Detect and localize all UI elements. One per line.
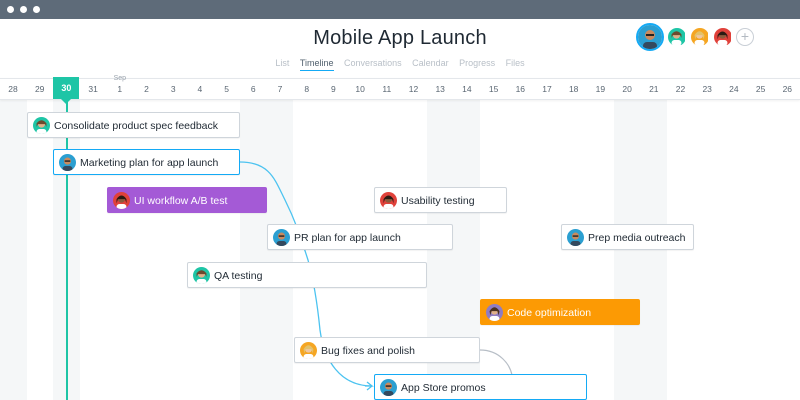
avatar xyxy=(33,117,50,134)
task-bar[interactable]: UI workflow A/B test xyxy=(107,187,267,213)
ruler-day: 8 xyxy=(304,84,310,94)
ruler-day: 16 xyxy=(515,84,526,94)
avatar xyxy=(273,229,290,246)
task-label: Marketing plan for app launch xyxy=(80,157,219,169)
weekend-band xyxy=(614,100,667,400)
ruler-day: 28 xyxy=(8,84,18,94)
task-bar[interactable]: PR plan for app launch xyxy=(267,224,453,250)
ruler-day: 23 xyxy=(702,84,712,94)
task-label: Usability testing xyxy=(401,195,475,207)
ruler-day: 21 xyxy=(649,84,659,94)
ruler-day: 4 xyxy=(197,84,203,94)
plus-icon: + xyxy=(740,28,750,44)
task-bar[interactable]: Code optimization xyxy=(480,299,640,325)
today-marker: 30 xyxy=(53,77,80,104)
avatar xyxy=(59,154,76,171)
ruler-day: 25 xyxy=(755,84,766,94)
avatar xyxy=(193,267,210,284)
project-header: Mobile App Launch List Timeline Conversa… xyxy=(0,19,800,73)
tab-list[interactable]: List xyxy=(275,58,289,70)
ruler-day: 2 xyxy=(144,84,149,94)
ruler-day: 31 xyxy=(88,84,98,94)
ruler-day: 12 xyxy=(408,84,419,94)
ruler-day: 22 xyxy=(675,84,686,94)
avatar[interactable] xyxy=(667,27,687,47)
ruler-day: 29 xyxy=(34,84,45,94)
ruler-day: 11 xyxy=(382,84,392,94)
app-window: Mobile App Launch List Timeline Conversa… xyxy=(0,0,800,400)
date-ruler: 28 29 30 31 1 Sep 2 3 4 5 6 7 8 9 10 11 12 13 14 15 16 17 18 19… xyxy=(0,75,800,104)
avatar[interactable] xyxy=(690,27,710,47)
window-minimize-dot[interactable] xyxy=(20,6,27,13)
ruler-day: 15 xyxy=(488,84,499,94)
add-member-button[interactable]: + xyxy=(736,28,754,46)
avatar xyxy=(300,342,317,359)
ruler-day: 17 xyxy=(542,84,552,94)
window-close-dot[interactable] xyxy=(7,6,14,13)
ruler-day: 19 xyxy=(595,84,606,94)
ruler-day: 20 xyxy=(622,84,632,94)
avatar xyxy=(567,229,584,246)
task-label: App Store promos xyxy=(401,382,486,394)
avatar xyxy=(380,379,397,396)
project-members: + xyxy=(636,23,786,53)
ruler-day: 5 xyxy=(224,84,229,94)
avatar xyxy=(113,192,130,209)
ruler-day: 24 xyxy=(729,84,739,94)
today-marker-line xyxy=(66,100,68,400)
task-bar[interactable]: Consolidate product spec feedback xyxy=(27,112,240,138)
tab-progress[interactable]: Progress xyxy=(459,58,495,70)
project-tabs: List Timeline Conversations Calendar Pro… xyxy=(0,58,800,71)
task-bar[interactable]: App Store promos xyxy=(374,374,587,400)
ruler-day: 6 xyxy=(250,84,256,94)
avatar xyxy=(486,304,503,321)
tab-conversations[interactable]: Conversations xyxy=(344,58,402,70)
task-label: PR plan for app launch xyxy=(294,232,401,244)
task-bar[interactable]: QA testing xyxy=(187,262,427,288)
ruler-day: 14 xyxy=(462,84,472,94)
task-label: Consolidate product spec feedback xyxy=(54,120,219,132)
avatar[interactable] xyxy=(636,23,664,51)
task-bar[interactable]: Marketing plan for app launch xyxy=(53,149,240,175)
task-label: Prep media outreach xyxy=(588,232,686,244)
window-zoom-dot[interactable] xyxy=(33,6,40,13)
task-label: Bug fixes and polish xyxy=(321,345,415,357)
ruler-day: 7 xyxy=(277,84,283,94)
month-label: Sep xyxy=(113,75,127,82)
ruler-day: 1 xyxy=(117,84,123,94)
ruler-day: 26 xyxy=(782,84,793,94)
avatar[interactable] xyxy=(713,27,733,47)
ruler-day: 18 xyxy=(568,84,579,94)
task-label: UI workflow A/B test xyxy=(134,195,228,207)
weekend-band xyxy=(240,100,293,400)
ruler-day: 10 xyxy=(355,84,365,94)
task-label: Code optimization xyxy=(507,307,592,319)
task-bar[interactable]: Prep media outreach xyxy=(561,224,694,250)
task-bar[interactable]: Bug fixes and polish xyxy=(294,337,480,363)
tab-files[interactable]: Files xyxy=(506,58,525,70)
tab-timeline[interactable]: Timeline xyxy=(299,58,334,71)
avatar xyxy=(380,192,397,209)
ruler-day: 9 xyxy=(331,84,336,94)
task-label: QA testing xyxy=(214,270,263,282)
ruler-day: 13 xyxy=(435,84,445,94)
weekend-band xyxy=(0,100,27,400)
window-titlebar xyxy=(0,0,800,19)
tab-calendar[interactable]: Calendar xyxy=(412,58,449,70)
ruler-day: 3 xyxy=(170,84,176,94)
task-bar[interactable]: Usability testing xyxy=(374,187,507,213)
